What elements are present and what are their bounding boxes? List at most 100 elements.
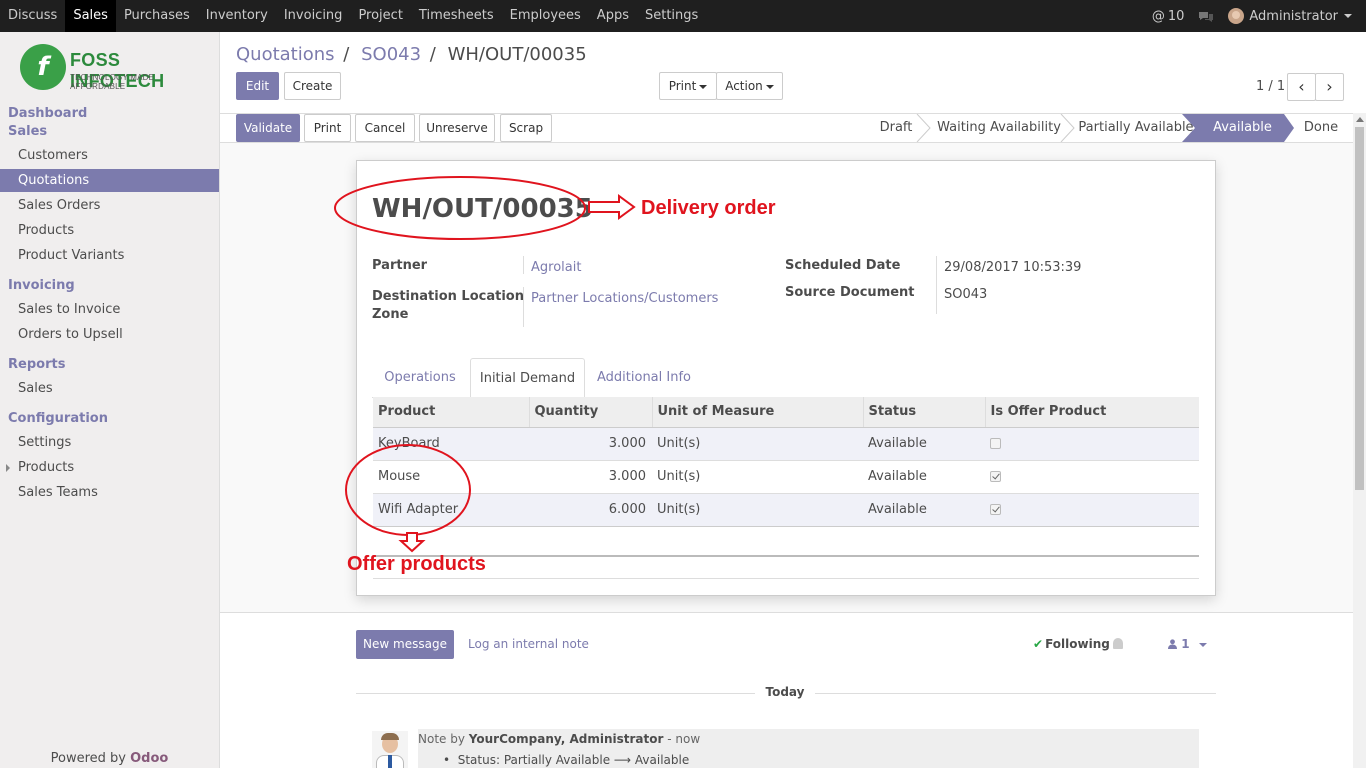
print-dropdown[interactable]: Print: [659, 72, 717, 100]
user-icon: [1168, 639, 1177, 649]
menu-settings[interactable]: Settings: [637, 0, 706, 32]
cell-offer: [985, 492, 1199, 526]
user-menu[interactable]: Administrator: [1228, 8, 1352, 24]
cell-status: Available: [863, 426, 985, 460]
source-document-value: SO043: [944, 287, 988, 302]
menu-invoicing[interactable]: Invoicing: [276, 0, 351, 32]
stage-separators: [916, 114, 1195, 142]
check-icon: ✔: [1033, 637, 1044, 651]
log-note-link[interactable]: Log an internal note: [468, 637, 589, 651]
menu-sales[interactable]: Sales: [65, 0, 116, 32]
statusbar: Validate Print Cancel Unreserve Scrap Dr…: [220, 113, 1353, 143]
menu-timesheets[interactable]: Timesheets: [411, 0, 502, 32]
following-button[interactable]: ✔ Following: [1033, 637, 1110, 651]
cell-quantity: 3.000: [529, 426, 652, 460]
col-is-offer[interactable]: Is Offer Product: [985, 397, 1199, 428]
sidebar-item-quotations[interactable]: Quotations: [0, 169, 219, 192]
col-status[interactable]: Status: [863, 397, 986, 428]
offer-checkbox: [990, 471, 1001, 482]
table-header-row: Product Quantity Unit of Measure Status …: [373, 397, 1199, 428]
scroll-thumb[interactable]: [1355, 127, 1364, 490]
followers-button[interactable]: 1: [1168, 637, 1207, 651]
breadcrumb-so[interactable]: SO043: [361, 44, 421, 65]
table-row[interactable]: Wifi Adapter 6.000 Unit(s) Available: [373, 492, 1199, 526]
scroll-up-icon[interactable]: [1356, 117, 1364, 122]
col-quantity[interactable]: Quantity: [529, 397, 653, 428]
cell-quantity: 3.000: [529, 459, 652, 493]
edit-button[interactable]: Edit: [236, 72, 279, 100]
tab-initial-demand[interactable]: Initial Demand: [470, 358, 585, 398]
chat-bubbles-icon: [1199, 11, 1214, 22]
cell-uom: Unit(s): [652, 426, 863, 460]
user-avatar: [1228, 8, 1245, 24]
menu-project[interactable]: Project: [350, 0, 410, 32]
field-separator: [936, 256, 937, 314]
source-document-label: Source Document: [785, 285, 915, 300]
pager-value: 1 / 1: [1256, 79, 1286, 94]
sidebar-item-config-products[interactable]: Products: [0, 456, 219, 479]
action-dropdown[interactable]: Action: [716, 72, 783, 100]
partner-value[interactable]: Agrolait: [531, 260, 581, 275]
chat-button[interactable]: [1198, 10, 1214, 23]
cell-product: Mouse: [373, 459, 529, 493]
table-row[interactable]: Mouse 3.000 Unit(s) Available: [373, 459, 1199, 493]
pager-prev-button[interactable]: ‹: [1287, 73, 1316, 101]
tracking-value: Status: Partially Available ⟶ Available: [457, 753, 690, 767]
offer-checkbox: [990, 504, 1001, 516]
following-label: Following: [1045, 637, 1110, 651]
scrollbar[interactable]: [1353, 113, 1366, 768]
field-separator: [523, 287, 524, 327]
field-separator: [523, 256, 524, 274]
menu-purchases[interactable]: Purchases: [116, 0, 198, 32]
tab-operations[interactable]: Operations: [374, 358, 466, 398]
note-prefix: Note by: [418, 732, 465, 746]
powered-by: Powered by Odoo: [0, 751, 219, 766]
tab-additional-info[interactable]: Additional Info: [593, 358, 695, 398]
breadcrumb-quotations[interactable]: Quotations: [236, 44, 335, 65]
sidebar-item-products[interactable]: Products: [0, 219, 219, 242]
menu-discuss[interactable]: Discuss: [0, 0, 65, 32]
sidebar-item-sales-to-invoice[interactable]: Sales to Invoice: [0, 298, 219, 321]
sidebar-item-orders-to-upsell[interactable]: Orders to Upsell: [0, 323, 219, 346]
chevron-down-icon: [765, 84, 774, 89]
col-product[interactable]: Product: [373, 397, 530, 428]
sidebar-item-sales-teams[interactable]: Sales Teams: [0, 481, 219, 504]
col-uom[interactable]: Unit of Measure: [652, 397, 864, 428]
table-row[interactable]: KeyBoard 3.000 Unit(s) Available: [373, 426, 1199, 460]
sidebar-item-settings[interactable]: Settings: [0, 431, 219, 454]
offer-products-annotation: Offer products: [347, 553, 486, 575]
breadcrumb-sep: /: [429, 44, 436, 65]
menu-inventory[interactable]: Inventory: [198, 0, 276, 32]
sidebar-dashboard[interactable]: Dashboard: [8, 106, 87, 121]
bell-icon[interactable]: [1113, 638, 1123, 649]
record-title: WH/OUT/00035: [372, 194, 593, 224]
menu-employees[interactable]: Employees: [502, 0, 589, 32]
menu-apps[interactable]: Apps: [589, 0, 637, 32]
author-avatar[interactable]: [372, 731, 408, 768]
scheduled-date-value: 29/08/2017 10:53:39: [944, 260, 1082, 275]
destination-label-zone: Zone: [372, 307, 409, 322]
cell-offer: [985, 459, 1199, 493]
powered-prefix: Powered by: [50, 751, 131, 766]
new-message-button[interactable]: New message: [356, 630, 454, 659]
today-label: Today: [755, 685, 815, 699]
sidebar-item-reports-sales[interactable]: Sales: [0, 377, 219, 400]
odoo-link[interactable]: Odoo: [130, 751, 168, 766]
cell-status: Available: [863, 492, 985, 526]
create-button[interactable]: Create: [284, 72, 341, 100]
move-lines-table: Product Quantity Unit of Measure Status …: [373, 397, 1199, 526]
cell-status: Available: [863, 459, 985, 493]
sidebar-item-customers[interactable]: Customers: [0, 144, 219, 167]
sidebar-item-sales-orders[interactable]: Sales Orders: [0, 194, 219, 217]
destination-value[interactable]: Partner Locations/Customers: [531, 291, 718, 306]
message-header: Note by YourCompany, Administrator - now: [418, 732, 700, 746]
pager-next-button[interactable]: ›: [1315, 73, 1344, 101]
notebook-tabs: Operations Initial Demand Additional Inf…: [372, 358, 1199, 398]
cell-product: Wifi Adapter: [373, 492, 529, 526]
app-menu: Discuss Sales Purchases Inventory Invoic…: [0, 0, 706, 32]
mentions-button[interactable]: @ 10: [1152, 9, 1185, 24]
tracking-line: • Status: Partially Available ⟶ Availabl…: [443, 753, 690, 767]
message-author[interactable]: YourCompany, Administrator: [469, 732, 664, 746]
sidebar-head-reports: Reports: [8, 357, 66, 372]
sidebar-item-product-variants[interactable]: Product Variants: [0, 244, 219, 267]
